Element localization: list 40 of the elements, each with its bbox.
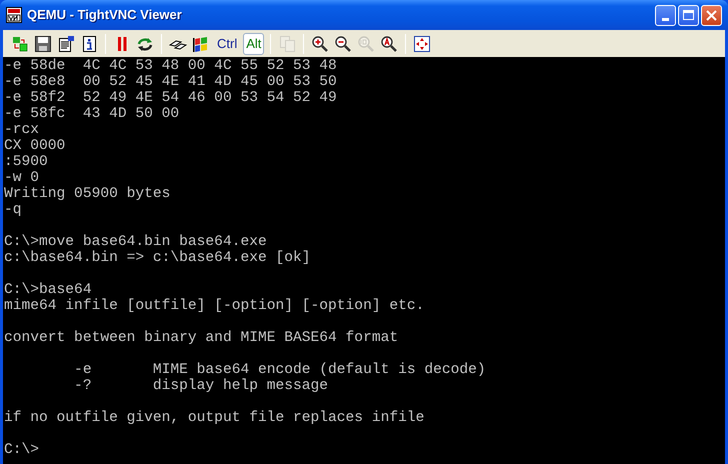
- console-line: :5900: [4, 154, 48, 170]
- console-line: convert between binary and MIME BASE64 format: [4, 330, 398, 346]
- console-line: -e 58fc 43 4D 50 00: [4, 106, 180, 122]
- zoom-fit-icon: [380, 34, 398, 52]
- console-line: -w 0: [4, 170, 40, 186]
- console-line: -e MIME base64 encode (default is decode): [73, 362, 486, 378]
- console-line: Writing 05900 bytes: [4, 186, 170, 202]
- connection-icon: [11, 34, 29, 52]
- console-line: C:\>: [4, 442, 40, 458]
- console-line: if no outfile given, output file replaces infile: [4, 410, 424, 426]
- console-line: -e 58f2 52 49 4E 54 46 00 53 54 52 49: [4, 90, 337, 106]
- zoom-in-icon: [311, 34, 330, 52]
- close-icon: [706, 10, 717, 20]
- zoom-icon: [357, 34, 376, 52]
- app-icon: [6, 7, 22, 23]
- document-icon: [57, 34, 75, 52]
- fullscreen-icon: [413, 34, 432, 52]
- key-toggle[interactable]: Ctrl: [214, 32, 240, 54]
- console-line: C:\>base64: [4, 282, 92, 298]
- close-button[interactable]: [701, 4, 722, 26]
- minimize-button[interactable]: [655, 4, 676, 26]
- maximize-icon: [683, 10, 694, 20]
- console-line: -? display help message: [73, 378, 328, 394]
- save-icon: [34, 34, 52, 52]
- console-line: -rcx: [4, 122, 40, 138]
- info-icon: [80, 34, 98, 52]
- console-line: -e 58de 4C 4C 53 48 00 4C 55 52 53 48: [4, 58, 337, 74]
- copy-icon: [278, 34, 296, 52]
- console-line: -q: [4, 202, 22, 218]
- console-line: c:\base64.bin => c:\base64.exe [ok]: [4, 250, 311, 266]
- window-title: QEMU - TightVNC Viewer: [27, 6, 182, 24]
- minimize-icon: [662, 18, 669, 20]
- flag-icon: [192, 34, 210, 52]
- console-line: CX 0000: [4, 138, 66, 154]
- console-line: C:\>move base64.bin base64.exe: [4, 234, 267, 250]
- key-toggle[interactable]: Alt: [243, 32, 264, 54]
- console-line: mime64 infile [outfile] [-option] [-option] etc.: [4, 298, 424, 314]
- maximize-button[interactable]: [678, 4, 699, 26]
- console-line: -e 58e8 00 52 45 4E 41 4D 45 00 53 50: [4, 74, 337, 90]
- zoom-out-icon: [334, 34, 352, 52]
